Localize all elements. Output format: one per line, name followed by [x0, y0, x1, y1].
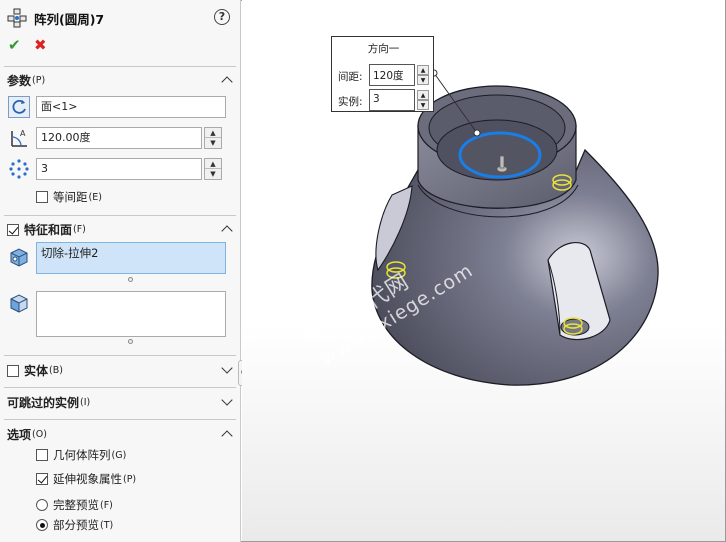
property-manager: 阵列(圆周)7 ? ✔ ✖ 参数 (P) 面<1> A 120.00度 ▲ ▼ 3…	[0, 0, 241, 542]
divider	[4, 419, 236, 420]
divider	[4, 355, 236, 356]
equal-spacing-checkbox[interactable]: 等间距 (E)	[36, 189, 102, 205]
divider	[4, 387, 236, 388]
callout-spacing-input[interactable]: 120度	[369, 64, 415, 86]
equal-spacing-label: 等间距	[53, 190, 88, 204]
features-section-hotkey: (F)	[73, 224, 86, 235]
bodies-section-checkbox[interactable]	[7, 364, 19, 377]
cancel-button[interactable]: ✖	[34, 36, 47, 54]
graphics-viewport[interactable]	[242, 0, 725, 541]
axis-selection-field[interactable]: 面<1>	[36, 96, 226, 118]
angle-spinner[interactable]: ▲ ▼	[204, 127, 222, 149]
full-preview-hotkey: (F)	[100, 499, 113, 511]
equal-spacing-box[interactable]	[36, 191, 48, 203]
geometry-pattern-label: 几何体阵列	[53, 448, 111, 462]
callout-instances-spinner[interactable]: ▲ ▼	[417, 90, 429, 110]
features-section-checkbox[interactable]	[7, 223, 19, 236]
bodies-section-hotkey: (B)	[49, 365, 63, 376]
instances-spinner[interactable]: ▲ ▼	[204, 158, 222, 180]
partial-preview-hotkey: (T)	[100, 519, 114, 531]
options-section-label: 选项	[7, 428, 32, 442]
divider	[4, 66, 236, 67]
faces-listbox[interactable]	[36, 291, 226, 337]
params-section-header[interactable]: 参数 (P)	[7, 72, 45, 89]
bodies-section-header[interactable]: 实体 (B)	[7, 362, 63, 379]
panel-header: 阵列(圆周)7	[6, 6, 104, 30]
angle-input[interactable]: 120.00度	[36, 127, 202, 149]
callout-title: 方向一	[367, 43, 400, 55]
geometry-pattern-box[interactable]	[36, 449, 48, 461]
features-section-header[interactable]: 特征和面 (F)	[7, 221, 86, 238]
bodies-section-label: 实体	[24, 364, 49, 378]
callout-spacing-label: 间距:	[338, 71, 363, 83]
skip-section-hotkey: (I)	[80, 397, 91, 408]
propagate-visual-checkbox[interactable]: 延伸视象属性 (P)	[36, 471, 136, 487]
params-section-hotkey: (P)	[32, 75, 46, 86]
features-list-item[interactable]: 切除-拉伸2	[37, 243, 225, 263]
equal-spacing-hotkey: (E)	[88, 191, 102, 203]
full-preview-label: 完整预览	[53, 498, 99, 512]
callout-instances-label: 实例:	[338, 96, 363, 108]
instances-icon	[9, 159, 29, 179]
resize-handle[interactable]	[128, 339, 133, 344]
svg-text:A: A	[20, 129, 26, 138]
rotation-axis-icon[interactable]	[8, 96, 30, 118]
partial-preview-label: 部分预览	[53, 518, 99, 532]
resize-handle[interactable]	[128, 277, 133, 282]
skip-expand-chevron-icon[interactable]	[220, 396, 234, 404]
propagate-visual-box[interactable]	[36, 473, 48, 485]
geometry-pattern-checkbox[interactable]: 几何体阵列 (G)	[36, 447, 126, 463]
circular-pattern-icon	[7, 8, 27, 28]
angle-icon: A	[11, 129, 27, 147]
partial-preview-radio-circle[interactable]	[36, 519, 48, 531]
params-collapse-chevron-icon[interactable]	[220, 74, 234, 86]
options-collapse-chevron-icon[interactable]	[220, 428, 234, 440]
callout-spacing-spinner[interactable]: ▲ ▼	[417, 65, 429, 85]
instances-count-input[interactable]: 3	[36, 158, 202, 180]
propagate-visual-hotkey: (P)	[123, 473, 137, 485]
options-section-hotkey: (O)	[32, 429, 47, 440]
full-preview-radio-circle[interactable]	[36, 499, 48, 511]
features-collapse-chevron-icon[interactable]	[220, 223, 234, 235]
divider	[4, 215, 236, 216]
model-view[interactable]	[242, 0, 725, 541]
options-section-header[interactable]: 选项 (O)	[7, 426, 47, 443]
faces-icon	[10, 294, 28, 313]
full-preview-radio[interactable]: 完整预览 (F)	[36, 497, 113, 513]
params-section-label: 参数	[7, 74, 32, 88]
propagate-visual-label: 延伸视象属性	[53, 472, 122, 486]
direction-callout: 方向一 间距: 120度 ▲ ▼ 实例: 3 ▲ ▼	[331, 36, 434, 112]
ok-button[interactable]: ✔	[8, 36, 21, 54]
partial-preview-radio[interactable]: 部分预览 (T)	[36, 517, 113, 533]
features-listbox[interactable]: 切除-拉伸2	[36, 242, 226, 274]
skip-section-label: 可跳过的实例	[7, 396, 80, 410]
help-icon[interactable]: ?	[214, 9, 230, 25]
features-icon	[10, 248, 28, 267]
callout-instances-input[interactable]: 3	[369, 89, 415, 111]
features-section-label: 特征和面	[24, 223, 73, 237]
bodies-expand-chevron-icon[interactable]	[220, 364, 234, 372]
geometry-pattern-hotkey: (G)	[111, 449, 127, 461]
panel-title: 阵列(圆周)7	[34, 11, 105, 27]
skip-instances-section-header[interactable]: 可跳过的实例 (I)	[7, 394, 90, 411]
